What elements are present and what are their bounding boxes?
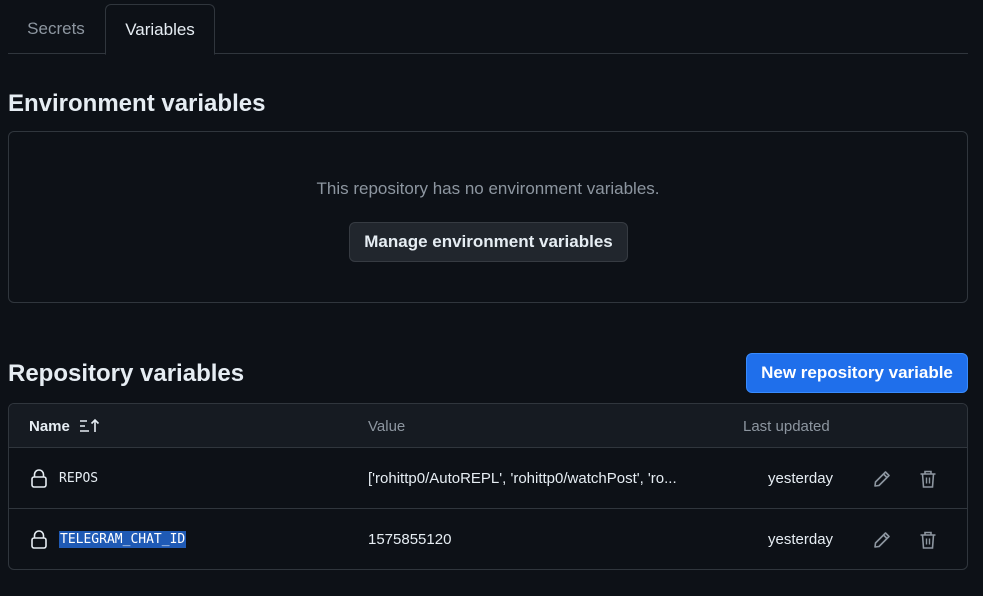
variable-last-updated: yesterday — [768, 531, 834, 548]
name-column-label: Name — [29, 417, 70, 435]
table-header: Name Value Last updated — [9, 404, 967, 448]
environment-variables-box: This repository has no environment varia… — [8, 131, 968, 303]
lock-icon — [30, 509, 48, 569]
pencil-icon[interactable] — [871, 448, 893, 509]
trash-icon[interactable] — [917, 448, 939, 509]
trash-icon[interactable] — [917, 509, 939, 569]
tab-variables[interactable]: Variables — [105, 4, 215, 55]
last-updated-column-header: Last updated — [743, 417, 830, 435]
table-row: TELEGRAM_CHAT_ID 1575855120 yesterday — [9, 509, 967, 569]
value-column-header: Value — [368, 417, 406, 435]
table-row: REPOS ['rohittp0/AutoREPL', 'rohittp0/wa… — [9, 448, 967, 509]
manage-environment-variables-button[interactable]: Manage environment variables — [349, 222, 628, 262]
variable-last-updated: yesterday — [768, 470, 834, 487]
repository-variables-table: Name Value Last updated REPOS ['rohittp0… — [8, 403, 968, 570]
variable-value: 1575855120 — [368, 531, 452, 548]
tab-secrets[interactable]: Secrets — [8, 4, 104, 54]
variable-value: ['rohittp0/AutoREPL', 'rohittp0/watchPos… — [368, 470, 677, 487]
pencil-icon[interactable] — [871, 509, 893, 569]
name-column-header[interactable]: Name — [29, 404, 101, 448]
variable-name: TELEGRAM_CHAT_ID — [59, 531, 187, 548]
sort-asc-icon[interactable] — [79, 418, 101, 434]
repository-variables-heading: Repository variables — [8, 360, 245, 387]
tab-bar: Secrets Variables — [8, 4, 968, 55]
lock-icon — [30, 448, 48, 509]
variables-page: Secrets Variables Environment variables … — [0, 0, 983, 596]
new-repository-variable-button[interactable]: New repository variable — [746, 353, 968, 393]
empty-state-message: This repository has no environment varia… — [316, 179, 660, 198]
environment-variables-heading: Environment variables — [8, 90, 266, 117]
variable-name: REPOS — [59, 471, 99, 486]
